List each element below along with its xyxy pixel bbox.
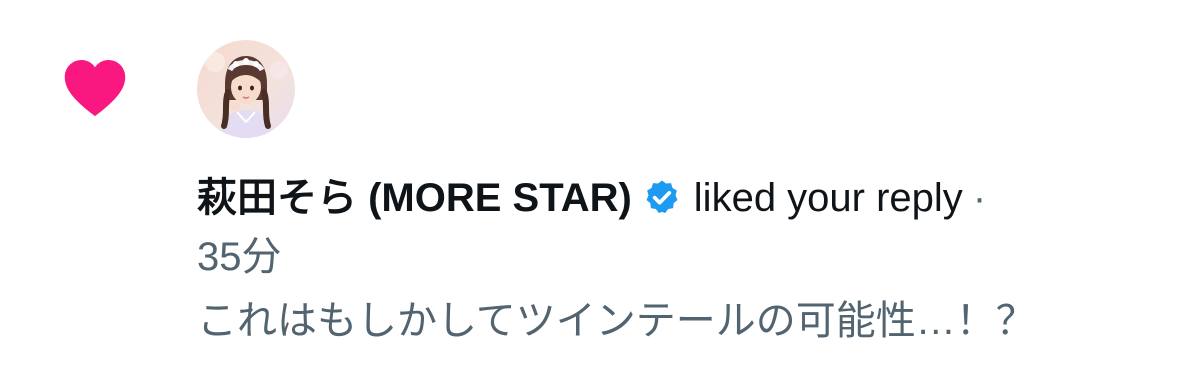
user-name[interactable]: 萩田そら (MORE STAR) bbox=[197, 176, 632, 220]
timestamp[interactable]: 35分 bbox=[197, 229, 282, 285]
like-notification[interactable]: 萩田そら (MORE STAR) liked your reply · 35分 こ… bbox=[0, 0, 1199, 365]
reply-text[interactable]: これはもしかしてツインテールの可能性…！？ bbox=[197, 293, 1036, 349]
action-text: liked your reply bbox=[693, 176, 963, 220]
verified-badge-icon bbox=[646, 180, 678, 213]
user-avatar[interactable] bbox=[197, 40, 295, 138]
heart-icon bbox=[64, 60, 126, 117]
separator-dot: · bbox=[972, 176, 987, 220]
notification-headline: 萩田そら (MORE STAR) liked your reply · bbox=[197, 170, 986, 226]
